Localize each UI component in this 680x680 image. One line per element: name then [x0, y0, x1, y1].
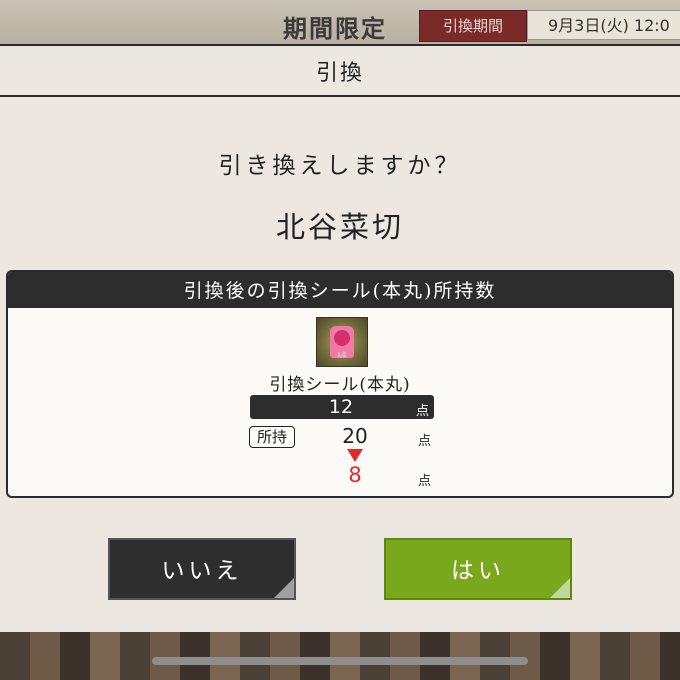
seal-balance-panel: 引換後の引換シール(本丸)所持数 1点 引換シール(本丸) 12 点 所持 20…	[6, 270, 674, 498]
yes-button[interactable]: はい	[384, 538, 572, 600]
after-exchange-unit: 点	[418, 474, 432, 489]
down-arrow-icon	[347, 449, 363, 462]
cost-value: 12	[328, 396, 354, 418]
after-exchange-value: 8	[348, 463, 362, 487]
panel-header: 引換後の引換シール(本丸)所持数	[8, 272, 672, 308]
owned-badge: 所持	[249, 426, 295, 448]
screen-title: 期間限定	[283, 14, 387, 43]
exchange-seal-icon: 1点	[316, 317, 368, 367]
cost-row: 12 点	[250, 395, 434, 419]
period-label: 引換期間	[419, 10, 527, 42]
background-footer	[0, 632, 680, 680]
dialog-title: 引換	[315, 61, 364, 86]
owned-unit: 点	[418, 434, 432, 449]
confirm-question: 引き換えしますか？	[218, 153, 462, 179]
title-divider	[0, 95, 680, 97]
cost-unit: 点	[416, 404, 430, 419]
item-name: 北谷菜切	[275, 210, 404, 244]
exchange-dialog: 引換 引き換えしますか？ 北谷菜切 引換後の引換シール(本丸)所持数 1点 引換…	[0, 46, 680, 632]
seal-type-label: 引換シール(本丸)	[269, 375, 411, 395]
no-button[interactable]: いいえ	[108, 538, 296, 600]
seal-icon-text: 1点	[337, 352, 347, 359]
background-header: 期間限定 引換期間 9月3日(火) 12:0	[0, 0, 680, 44]
period-value: 9月3日(火) 12:0	[527, 10, 680, 40]
owned-value: 20	[342, 424, 368, 448]
seal-emblem: 1点	[330, 326, 354, 359]
home-indicator[interactable]	[152, 657, 528, 665]
